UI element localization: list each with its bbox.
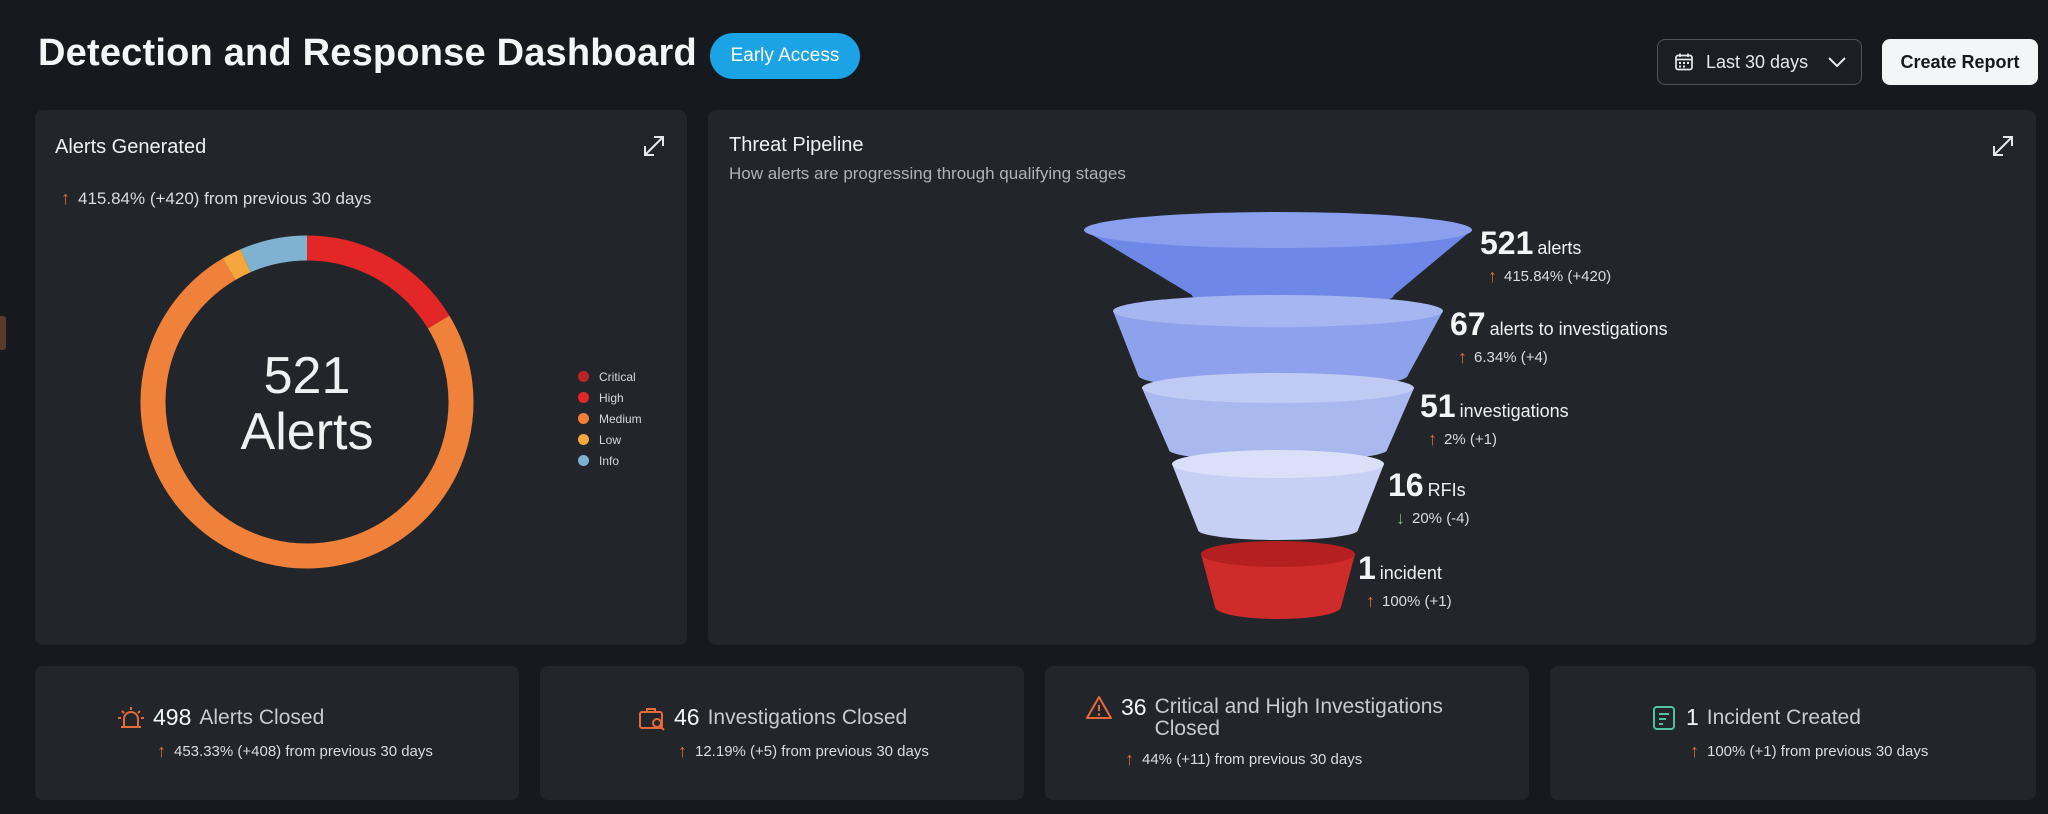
stage-label-incident: 1 incident ↑ 100% (+1) [1358,550,1452,612]
stage-change: 2% (+1) [1444,431,1497,448]
date-range-label: Last 30 days [1706,51,1809,72]
arrow-up-icon: ↑ [1366,591,1375,611]
arrow-up-icon: ↑ [1428,429,1437,449]
stage-label-investigations: 51 investigations ↑ 2% (+1) [1420,388,1569,450]
stat-label: Alerts Closed [199,706,325,729]
stage-label-alerts-to-investigations: 67 alerts to investigations ↑ 6.34% (+4) [1450,306,1668,368]
stat-card-alerts-closed[interactable]: 498 Alerts Closed ↑ 453.33% (+408) from … [35,666,519,800]
stage-label-alerts: 521 alerts ↑ 415.84% (+420) [1480,225,1611,287]
legend-item: Medium [578,408,642,429]
legend-label: Critical [599,369,636,384]
stage-value: 51 [1420,388,1456,424]
funnel-stage-alerts-top [1084,212,1472,248]
stat-change: 453.33% (+408) from previous 30 days [174,743,433,760]
legend-item: Critical [578,366,642,387]
alarm-icon [118,707,144,728]
incident-note-icon [1653,706,1675,730]
arrow-up-icon: ↑ [157,741,166,761]
legend-item: Low [578,429,642,450]
arrow-up-icon: ↑ [1458,347,1467,367]
calendar-icon [1675,53,1693,71]
stat-change: 100% (+1) from previous 30 days [1707,743,1929,760]
legend-dot-critical [578,371,589,382]
stage-name: incident [1379,563,1442,583]
stage-change: 415.84% (+420) [1504,268,1612,285]
donut-segment-info[interactable] [240,235,308,273]
arrow-down-icon: ↓ [1396,508,1405,528]
funnel-stage-incident-top [1201,541,1355,567]
stage-name: investigations [1459,401,1569,421]
legend-dot-low [578,434,589,445]
legend-label: Low [599,432,622,447]
stage-change: 100% (+1) [1382,593,1452,610]
donut-legend: Critical High Medium Low Info [578,366,642,471]
arrow-up-icon: ↑ [1488,266,1497,286]
stage-value: 1 [1358,550,1376,586]
legend-item: High [578,387,642,408]
stat-card-investigations-closed[interactable]: 46 Investigations Closed ↑ 12.19% (+5) f… [540,666,1024,800]
stat-label: Investigations Closed [707,706,908,729]
stat-number: 46 [674,704,700,730]
stage-name: RFIs [1427,480,1466,500]
stage-change: 20% (-4) [1412,510,1470,527]
stat-card-critical-high-investigations-closed[interactable]: 36 Critical and High Investigations Clos… [1045,666,1529,800]
stat-label: Incident Created [1706,706,1861,729]
side-drawer-handle[interactable] [0,316,6,350]
stage-change: 6.34% (+4) [1474,349,1548,366]
legend-label: High [599,390,624,405]
stage-name: alerts [1537,238,1582,258]
funnel-stage-investigations-top [1142,373,1414,403]
legend-dot-high [578,392,589,403]
stat-card-incident-created[interactable]: 1 Incident Created ↑ 100% (+1) from prev… [1550,666,2036,800]
warning-icon [1086,696,1112,719]
arrow-up-icon: ↑ [1125,749,1134,769]
legend-dot-info [578,455,589,466]
stat-number: 36 [1121,694,1147,720]
stat-label-continued: Closed [1154,717,1220,740]
donut-center-label: Alerts [241,403,374,461]
stage-value: 67 [1450,306,1486,342]
briefcase-search-icon [639,708,665,731]
threat-pipeline-panel: Threat Pipeline How alerts are progressi… [708,110,2036,645]
stage-value: 521 [1480,225,1534,261]
funnel-stage-investigations-queue-top [1113,295,1443,327]
donut-center-value: 521 [264,347,351,405]
stage-value: 16 [1388,467,1424,503]
funnel-stage-rfis-top [1172,450,1384,478]
donut-segment-low[interactable] [222,249,251,281]
chevron-down-icon [1828,57,1846,68]
legend-dot-medium [578,413,589,424]
stat-change: 12.19% (+5) from previous 30 days [695,743,929,760]
legend-label: Info [599,453,620,468]
arrow-up-icon: ↑ [678,741,687,761]
legend-label: Medium [599,411,642,426]
date-range-select[interactable]: Last 30 days [1657,39,1862,85]
page-title: Detection and Response Dashboard [38,32,697,74]
legend-item: Info [578,450,642,471]
stage-label-rfis: 16 RFIs ↓ 20% (-4) [1388,467,1470,529]
stage-name: alerts to investigations [1489,319,1668,339]
create-report-button[interactable]: Create Report [1882,39,2038,85]
early-access-badge: Early Access [710,33,860,79]
stat-number: 1 [1686,704,1699,730]
arrow-up-icon: ↑ [1690,741,1699,761]
stat-number: 498 [153,704,192,730]
donut-segment-high[interactable] [306,235,450,329]
stat-change: 44% (+11) from previous 30 days [1142,751,1363,768]
stat-label: Critical and High Investigations [1154,695,1443,718]
